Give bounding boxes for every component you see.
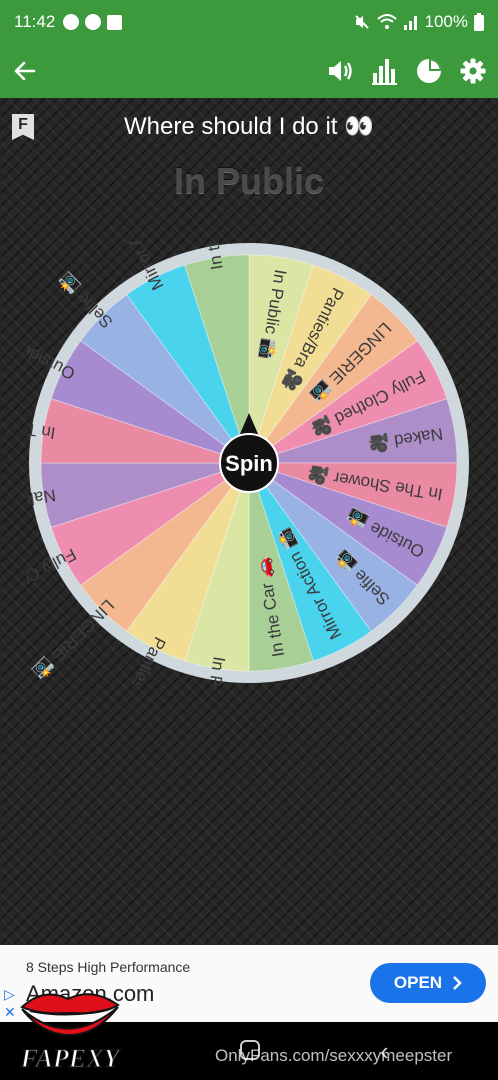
watermark: OnlyFans.com/sexxxymeepster [215,1046,453,1065]
gallery-icon [107,14,123,30]
ad-subtitle: 8 Steps High Performance [26,959,191,975]
pie-chart-icon [417,59,441,83]
volume-icon [329,61,352,81]
wheel-segment-label: LINGERIE 📸 [30,596,118,684]
wheel-screen: F Where should I do it 👀 In Public In Pu… [0,98,498,945]
wheel-graphic[interactable]: In Public 📸Panties/Bra 🎥LINGERIE 📸Fully … [0,169,471,748]
app-toolbar [0,44,498,98]
gear-icon [460,58,486,84]
battery-icon [474,13,484,31]
arrow-left-icon [14,61,36,81]
back-button[interactable] [10,56,40,86]
logo-text: FAPEXY [20,1044,122,1073]
ad-open-label: OPEN [393,973,443,992]
chevron-right-icon [453,976,462,990]
sound-button[interactable] [326,56,356,86]
ad-open-button[interactable]: OPEN [370,963,486,1003]
spin-wheel[interactable]: In Public 📸 Panties/Bra 🎥 LINGERIE 📸 Fully … [0,169,471,748]
facebook-icon [85,14,102,30]
bar-chart-icon [372,59,397,85]
results-button[interactable] [414,56,444,86]
status-time: 11:42 [14,12,56,31]
signal-icon [403,16,417,30]
settings-button[interactable] [458,56,488,86]
spin-button-label[interactable]: Spin [225,451,273,476]
messenger-icon [63,14,80,30]
mute-icon [354,15,369,29]
fapexy-logo: FAPEXY [19,993,122,1074]
stats-button[interactable] [370,56,400,86]
wheel-title: Where should I do it 👀 [124,113,374,140]
wifi-icon [376,14,397,29]
status-bar: 11:42 100% [0,0,498,44]
spin-result: In Public [173,160,324,201]
battery-level: 100% [424,12,468,31]
